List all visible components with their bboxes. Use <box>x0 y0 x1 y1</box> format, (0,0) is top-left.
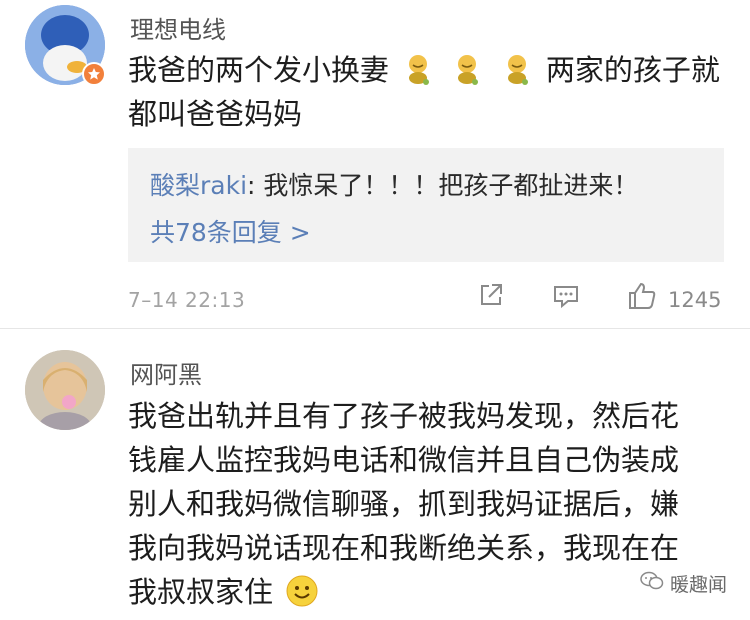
reply-preview-box[interactable]: 酸梨raki: 我惊呆了！！！把孩子都扯进来！ 共78条回复 > <box>128 148 724 262</box>
comment-button[interactable] <box>552 282 580 314</box>
comment-text-line: 我爸的两个发小换妻 <box>128 53 390 87</box>
comment-text: 我爸出轨并且有了孩子被我妈发现，然后花 钱雇人监控我妈电话和微信并且自己伪装成 … <box>128 394 679 614</box>
comment-icon <box>552 286 580 314</box>
reply-separator: : <box>247 171 264 200</box>
smile-emoji-icon <box>285 574 319 608</box>
comment-text-line: 都叫爸爸妈妈 <box>128 97 303 131</box>
reply-username[interactable]: 酸梨raki <box>150 171 247 200</box>
comment-text-line: 我爸出轨并且有了孩子被我妈发现，然后花 <box>128 399 680 433</box>
reply-preview: 酸梨raki: 我惊呆了！！！把孩子都扯进来！ <box>150 166 638 202</box>
wechat-icon <box>640 571 664 596</box>
comment-time: 7–14 22:13 <box>128 288 246 312</box>
like-button[interactable] <box>626 280 658 316</box>
comment-text: 我爸的两个发小换妻 两家的孩子就 都叫爸爸妈妈 <box>128 48 720 136</box>
emoji-icon <box>500 52 534 86</box>
comment-text-line: 别人和我妈微信聊骚，抓到我妈证据后，嫌 <box>128 487 680 521</box>
comment-text-line: 钱雇人监控我妈电话和微信并且自己伪装成 <box>128 443 680 477</box>
username[interactable]: 理想电线 <box>130 10 226 45</box>
comment-text-line: 我向我妈说话现在和我断绝关系，我现在在 <box>128 531 680 565</box>
share-button[interactable] <box>478 282 504 312</box>
reply-text: 我惊呆了！！！把孩子都扯进来！ <box>263 171 639 200</box>
emoji-icon <box>450 52 484 86</box>
emoji-icon <box>401 52 435 86</box>
comment-text-line: 我叔叔家住 <box>128 575 274 609</box>
watermark: 暖趣闻 <box>640 570 727 597</box>
like-count: 1245 <box>668 288 722 312</box>
avatar[interactable] <box>25 350 105 430</box>
divider <box>0 328 750 329</box>
watermark-text: 暖趣闻 <box>670 574 728 596</box>
thumbs-up-icon <box>626 282 658 316</box>
more-replies-link[interactable]: 共78条回复 > <box>150 213 311 249</box>
username[interactable]: 网阿黑 <box>130 355 202 390</box>
verified-badge-icon <box>82 62 106 86</box>
comment-text-line: 两家的孩子就 <box>545 53 720 87</box>
share-icon <box>478 284 504 312</box>
